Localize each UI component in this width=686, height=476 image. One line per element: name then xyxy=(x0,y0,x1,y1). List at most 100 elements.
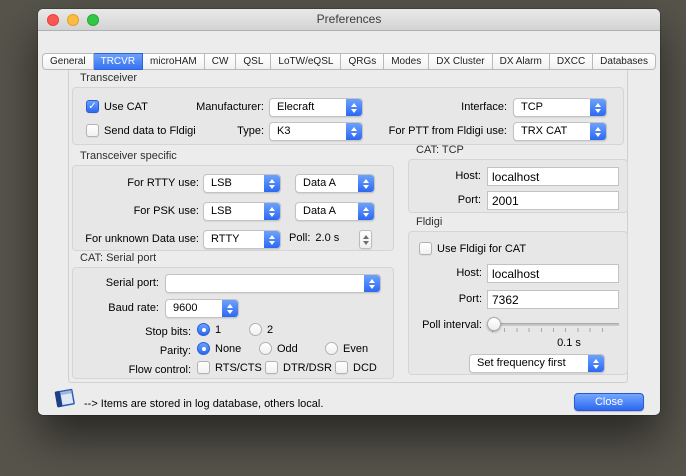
close-button[interactable]: Close xyxy=(574,393,644,411)
tab-trcvr[interactable]: TRCVR xyxy=(93,53,144,70)
tab-general[interactable]: General xyxy=(42,53,94,70)
close-window-button[interactable] xyxy=(47,14,59,26)
baud-rate-select[interactable]: 9600 xyxy=(165,299,239,318)
flow-control-label: Flow control: xyxy=(128,364,191,376)
slider-ticks xyxy=(492,328,614,332)
cat-tcp-group: CAT: TCP Host: Port: xyxy=(408,144,628,213)
fldigi-port-input[interactable] xyxy=(487,290,619,309)
chevron-down-icon xyxy=(269,212,275,217)
manufacturer-select[interactable]: Elecraft xyxy=(269,98,363,117)
chevron-up-down-icon xyxy=(588,355,604,372)
fldigi-port-label: Port: xyxy=(458,293,482,305)
use-fldigi-for-cat-checkbox[interactable]: Use Fldigi for CAT xyxy=(419,242,526,255)
desktop-background: { "window": { "title": "Preferences", "t… xyxy=(0,0,686,476)
chevron-down-icon xyxy=(269,184,275,189)
cat-serial-port-group: CAT: Serial port Serial port: Baud rate:… xyxy=(72,252,394,379)
psk-data-value: Data A xyxy=(303,205,337,217)
set-frequency-first-select[interactable]: Set frequency first xyxy=(469,354,605,373)
minimize-window-button[interactable] xyxy=(67,14,79,26)
checkbox-checked-icon xyxy=(86,100,99,113)
slider-track xyxy=(487,323,619,326)
tab-modes[interactable]: Modes xyxy=(384,53,430,70)
zoom-window-button[interactable] xyxy=(87,14,99,26)
interface-label: Interface: xyxy=(461,101,507,113)
parity-none-radio[interactable]: None xyxy=(197,342,241,355)
baud-rate-label: Baud rate: xyxy=(108,302,159,314)
slider-thumb[interactable] xyxy=(487,317,501,331)
use-cat-label: Use CAT xyxy=(104,100,148,113)
parity-odd-radio[interactable]: Odd xyxy=(259,342,298,355)
parity-none-label: None xyxy=(215,342,242,355)
interface-select[interactable]: TCP xyxy=(513,98,607,117)
ptt-from-fldigi-select[interactable]: TRX CAT xyxy=(513,122,607,141)
parity-even-radio[interactable]: Even xyxy=(325,342,368,355)
poll-interval-value: 0.1 s xyxy=(557,337,581,349)
stop-bits-1-radio[interactable]: 1 xyxy=(197,323,221,336)
fldigi-group-label: Fldigi xyxy=(416,216,443,228)
type-value: K3 xyxy=(277,125,291,137)
stepper-up-icon[interactable] xyxy=(362,234,369,239)
flow-rts-cts-checkbox[interactable]: RTS/CTS xyxy=(197,361,262,374)
psk-mode-select[interactable]: LSB xyxy=(203,202,281,221)
tab-dx-alarm[interactable]: DX Alarm xyxy=(492,53,550,70)
serial-port-select[interactable] xyxy=(165,274,381,293)
stop-bits-2-label: 2 xyxy=(267,323,274,336)
chevron-up-icon xyxy=(269,206,275,211)
chevron-up-icon xyxy=(593,358,599,363)
parity-odd-label: Odd xyxy=(277,342,298,355)
transceiver-specific-group: Transceiver specific For RTTY use: LSB D… xyxy=(72,150,394,251)
chevron-up-icon xyxy=(351,126,357,131)
checkbox-unchecked-icon xyxy=(265,361,278,374)
preferences-window: Preferences General TRCVR microHAM CW QS… xyxy=(38,9,660,415)
tab-dxcc[interactable]: DXCC xyxy=(549,53,594,70)
ptt-from-fldigi-label: For PTT from Fldigi use: xyxy=(388,125,507,137)
type-select[interactable]: K3 xyxy=(269,122,363,141)
interface-value: TCP xyxy=(521,101,543,113)
transceiver-specific-group-label: Transceiver specific xyxy=(80,150,177,162)
use-cat-checkbox[interactable]: Use CAT xyxy=(86,100,148,113)
tab-dx-cluster[interactable]: DX Cluster xyxy=(429,53,493,70)
rtty-mode-select[interactable]: LSB xyxy=(203,174,281,193)
chevron-down-icon xyxy=(363,184,369,189)
chevron-up-icon xyxy=(227,303,233,308)
flow-dtr-dsr-checkbox[interactable]: DTR/DSR xyxy=(265,361,332,374)
cat-tcp-host-label: Host: xyxy=(455,170,481,182)
fldigi-host-label: Host: xyxy=(456,267,482,279)
chevron-down-icon xyxy=(363,212,369,217)
stepper-down-icon[interactable] xyxy=(362,240,369,245)
psk-data-select[interactable]: Data A xyxy=(295,202,375,221)
rtty-use-label: For RTTY use: xyxy=(127,177,199,189)
rtty-data-select[interactable]: Data A xyxy=(295,174,375,193)
tab-lotw-eqsl[interactable]: LoTW/eQSL xyxy=(271,53,342,70)
poll-stepper[interactable] xyxy=(359,230,372,249)
chevron-down-icon xyxy=(351,108,357,113)
radio-unselected-icon xyxy=(325,342,338,355)
tab-databases[interactable]: Databases xyxy=(593,53,656,70)
radio-selected-icon xyxy=(197,323,210,336)
poll-interval-slider[interactable] xyxy=(487,316,619,334)
chevron-down-icon xyxy=(227,309,233,314)
chevron-up-icon xyxy=(351,102,357,107)
unknown-data-use-label: For unknown Data use: xyxy=(85,233,199,245)
fldigi-host-input[interactable] xyxy=(487,264,619,283)
chevron-up-icon xyxy=(363,178,369,183)
cat-tcp-host-input[interactable] xyxy=(487,167,619,186)
unknown-data-select[interactable]: RTTY xyxy=(203,230,281,249)
flow-dcd-checkbox[interactable]: DCD xyxy=(335,361,377,374)
radio-unselected-icon xyxy=(259,342,272,355)
flow-rts-cts-label: RTS/CTS xyxy=(215,361,262,374)
traffic-lights xyxy=(47,14,99,26)
tab-microham[interactable]: microHAM xyxy=(143,53,205,70)
tab-qsl[interactable]: QSL xyxy=(236,53,272,70)
window-titlebar[interactable]: Preferences xyxy=(38,9,660,31)
checkbox-unchecked-icon xyxy=(197,361,210,374)
parity-label: Parity: xyxy=(159,345,191,357)
tab-cw[interactable]: CW xyxy=(204,53,237,70)
ptt-from-fldigi-value: TRX CAT xyxy=(521,125,568,137)
cat-tcp-port-input[interactable] xyxy=(487,191,619,210)
type-label: Type: xyxy=(237,125,264,137)
chevron-down-icon xyxy=(369,284,375,289)
tab-qrgs[interactable]: QRGs xyxy=(341,53,385,70)
manufacturer-label: Manufacturer: xyxy=(196,101,264,113)
stop-bits-2-radio[interactable]: 2 xyxy=(249,323,273,336)
